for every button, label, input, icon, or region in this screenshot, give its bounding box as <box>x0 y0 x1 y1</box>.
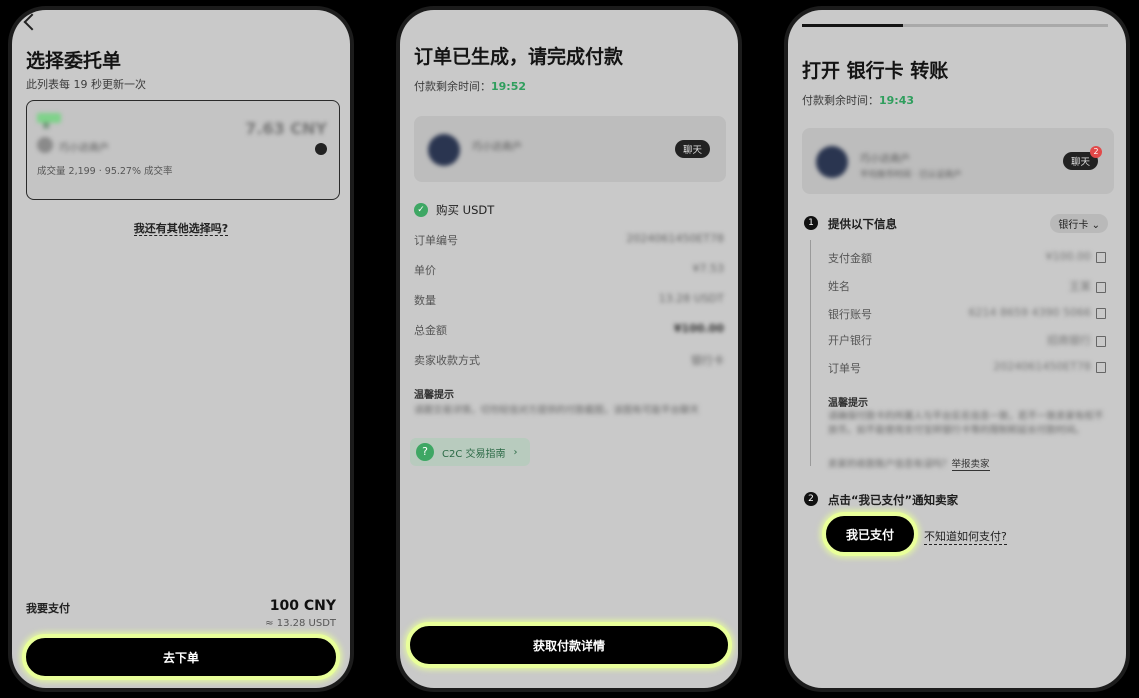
screen-order-created: 订单已生成，请完成付款 付款剩余时间：19:52 巧小达商户 聊天 ✓ 购买 U… <box>400 10 738 688</box>
copy-icon[interactable] <box>1096 307 1106 319</box>
page-title: 选择委托单 <box>26 50 122 72</box>
back-arrow-icon[interactable] <box>23 13 41 31</box>
step-2-title: 点击“我已支付”通知卖家 <box>828 493 959 507</box>
detail-row-total: 总金额 ¥100.00 <box>414 322 724 337</box>
merchant-avatar <box>37 137 53 153</box>
detail-row-payment-method: 卖家收款方式 银行卡 <box>414 354 724 367</box>
ad-stats: 成交量 2,199 · 95.27% 成交率 <box>37 166 173 177</box>
phone-select-order: 选择委托单 此列表每 19 秒更新一次 新 巧小达商户 7.63 CNY 成交量… <box>8 6 354 692</box>
step-1-title: 提供以下信息 <box>828 217 897 231</box>
merchant-name: 巧小达商户 <box>59 143 109 154</box>
paid-button-label: 我已支付 <box>845 527 894 542</box>
seller-name: 巧小达商户 <box>860 154 910 165</box>
check-icon: ✓ <box>414 203 428 217</box>
copy-icon[interactable] <box>1096 281 1106 293</box>
copy-icon[interactable] <box>1096 251 1106 263</box>
chat-button[interactable]: 聊天 <box>674 140 710 158</box>
pay-usdt: ≈ 13.28 USDT <box>265 618 336 629</box>
info-row-name: 姓名 王某 <box>828 278 1106 294</box>
question-icon: ? <box>416 443 434 461</box>
step-2-badge: 2 <box>804 492 818 506</box>
get-payment-details-label: 获取付款详情 <box>532 638 605 653</box>
seller-name: 巧小达商户 <box>472 142 522 153</box>
other-options-link[interactable]: 我还有其他选择吗? <box>12 220 350 236</box>
payment-method-dropdown[interactable]: 银行卡 ⌄ <box>1050 214 1108 233</box>
phone-bank-transfer: 打开 银行卡 转账 付款剩余时间：19:43 巧小达商户 平均放币时间 · 已认… <box>784 6 1130 692</box>
tips-title: 温馨提示 <box>828 398 868 409</box>
detail-row-unit-price: 单价 ¥7.53 <box>414 262 724 277</box>
place-order-label: 去下单 <box>162 650 199 665</box>
chat-button[interactable]: 聊天 2 <box>1062 146 1102 170</box>
new-badge: 新 <box>37 113 61 130</box>
screen-select-order: 选择委托单 此列表每 19 秒更新一次 新 巧小达商户 7.63 CNY 成交量… <box>12 10 350 688</box>
chevron-down-icon: ⌄ <box>1091 220 1100 231</box>
seller-card[interactable]: 巧小达商户 平均放币时间 · 已认证商户 聊天 2 <box>802 128 1114 194</box>
page-title: 订单已生成，请完成付款 <box>414 46 624 68</box>
seller-avatar <box>428 134 460 166</box>
info-row-amount: 支付金额 ¥100.00 <box>828 250 1106 266</box>
buy-label: 购买 USDT <box>436 203 495 217</box>
info-row-bank-name: 开户银行 招商银行 <box>828 332 1106 348</box>
screen-bank-transfer: 打开 银行卡 转账 付款剩余时间：19:43 巧小达商户 平均放币时间 · 已认… <box>788 10 1126 688</box>
detail-row-quantity: 数量 13.28 USDT <box>414 292 724 307</box>
payment-timer: 付款剩余时间：19:43 <box>802 94 915 107</box>
page-title: 打开 银行卡 转账 <box>802 60 949 82</box>
pay-amount: 100 CNY <box>269 598 336 614</box>
ad-price: 7.63 CNY <box>245 119 327 138</box>
payment-timer: 付款剩余时间：19:52 <box>414 80 527 93</box>
info-row-bank-account: 银行账号 6214 8659 4390 5066 <box>828 306 1106 322</box>
ad-card[interactable]: 新 巧小达商户 7.63 CNY 成交量 2,199 · 95.27% 成交率 <box>26 100 340 200</box>
pay-label: 我要支付 <box>26 602 70 615</box>
phone-order-created: 订单已生成，请完成付款 付款剩余时间：19:52 巧小达商户 聊天 ✓ 购买 U… <box>396 6 742 692</box>
place-order-button[interactable]: 去下单 <box>22 634 340 680</box>
unread-badge: 2 <box>1090 146 1102 158</box>
seller-sub: 平均放币时间 · 已认证商户 <box>860 170 962 180</box>
copy-icon[interactable] <box>1096 361 1106 373</box>
report-seller-link[interactable]: 举报卖家 <box>951 459 990 471</box>
seller-card[interactable]: 巧小达商户 聊天 <box>414 116 726 182</box>
tips-text: 请确保付款卡的所属人与平台实名信息一致，若不一致卖家有权不放币。如不能使用支付宝… <box>828 411 1104 436</box>
step-1-badge: 1 <box>804 216 818 230</box>
seller-avatar <box>816 146 848 178</box>
detail-row-order-id: 订单编号 2024061450ET78 <box>414 232 724 247</box>
c2c-guide-button[interactable]: ? C2C 交易指南 › <box>410 438 530 466</box>
chevron-right-icon: › <box>513 446 518 458</box>
update-interval-text: 此列表每 19 秒更新一次 <box>26 78 146 91</box>
paid-button[interactable]: 我已支付 <box>822 512 918 556</box>
step-connector <box>810 240 811 466</box>
report-seller-row: 卖家的收款账户信息有误吗？举报卖家 <box>828 459 990 471</box>
tips-title: 温馨提示 <box>414 390 454 401</box>
get-payment-details-button[interactable]: 获取付款详情 <box>406 622 732 668</box>
copy-icon[interactable] <box>1096 335 1106 347</box>
buy-usdt-row: ✓ 购买 USDT <box>414 202 494 218</box>
info-row-order-id: 订单号 2024061450ET78 <box>828 360 1106 376</box>
select-radio-icon[interactable] <box>315 143 327 155</box>
progress-bar <box>802 24 1108 27</box>
tips-text: 请跟交易详情，切勿轻信对方提供的付款截图，该图有可能平台聊天 <box>414 405 700 416</box>
how-to-pay-link[interactable]: 不知道如何支付? <box>924 528 1007 545</box>
